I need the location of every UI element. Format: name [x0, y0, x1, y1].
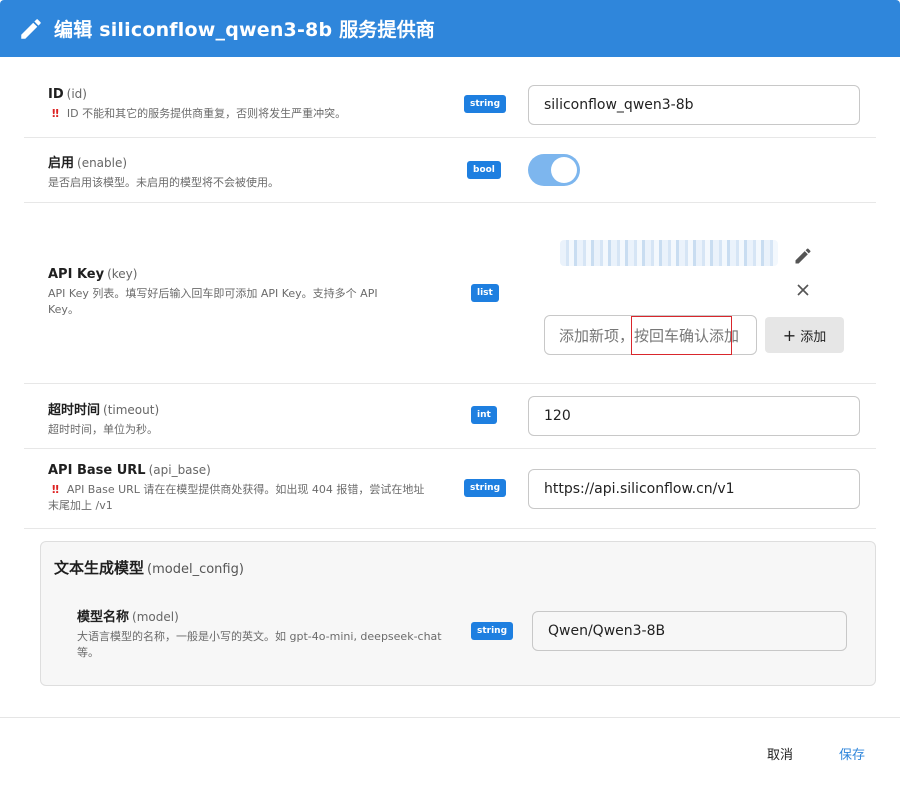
- field-label-group: API Key (key) API Key 列表。填写好后输入回车即可添加 API…: [48, 267, 428, 318]
- field-label-group: 超时时间 (timeout) 超时时间，单位为秒。: [48, 399, 428, 438]
- highlight-box: [631, 316, 732, 355]
- field-label-group: ID (id) ‼ ID 不能和其它的服务提供商重复，否则将发生严重冲突。: [48, 87, 428, 122]
- type-badge: int: [471, 406, 497, 424]
- enable-toggle[interactable]: [528, 154, 580, 186]
- warning-icon: ‼: [52, 483, 59, 496]
- id-input[interactable]: siliconflow_qwen3-8b: [528, 85, 860, 125]
- type-badge: string: [464, 95, 507, 113]
- model-name-input[interactable]: Qwen/Qwen3-8B: [532, 611, 847, 651]
- save-button[interactable]: 保存: [839, 744, 865, 763]
- field-label-group: 模型名称 (model) 大语言模型的名称，一般是小写的英文。如 gpt-4o-m…: [77, 606, 447, 661]
- dialog-header: 编辑 siliconflow_qwen3-8b 服务提供商: [0, 0, 900, 57]
- field-label: API Key (key): [48, 267, 138, 282]
- field-row-timeout: 超时时间 (timeout) 超时时间，单位为秒。 int 120: [24, 384, 876, 449]
- close-icon[interactable]: [793, 280, 813, 300]
- timeout-input[interactable]: 120: [528, 396, 860, 436]
- cancel-button[interactable]: 取消: [767, 744, 793, 763]
- field-description: 大语言模型的名称，一般是小写的英文。如 gpt-4o-mini, deepsee…: [77, 630, 442, 659]
- field-label-group: 启用 (enable) 是否启用该模型。未启用的模型将不会被使用。: [48, 152, 428, 191]
- type-badge: string: [464, 479, 507, 497]
- field-row-api-base: API Base URL (api_base) ‼ API Base URL 请在在…: [24, 449, 876, 529]
- field-row-id: ID (id) ‼ ID 不能和其它的服务提供商重复，否则将发生严重冲突。 stri…: [24, 71, 876, 138]
- field-description: 是否启用该模型。未启用的模型将不会被使用。: [48, 176, 279, 189]
- add-api-key-button[interactable]: + 添加: [765, 317, 844, 353]
- api-base-input[interactable]: https://api.siliconflow.cn/v1: [528, 469, 860, 509]
- type-badge: list: [471, 284, 499, 302]
- warning-icon: ‼: [52, 107, 59, 120]
- field-label: 模型名称 (model): [77, 610, 179, 625]
- field-row-api-key: API Key (key) API Key 列表。填写好后输入回车即可添加 API…: [24, 203, 876, 384]
- field-label: 超时时间 (timeout): [48, 403, 160, 418]
- section-title: 文本生成模型 (model_config): [54, 559, 244, 577]
- field-description: 超时时间，单位为秒。: [48, 423, 158, 436]
- field-label-group: API Base URL (api_base) ‼ API Base URL 请在在…: [48, 463, 428, 514]
- field-row-enable: 启用 (enable) 是否启用该模型。未启用的模型将不会被使用。 bool: [24, 138, 876, 203]
- field-label: ID (id): [48, 87, 87, 102]
- pencil-icon[interactable]: [793, 246, 813, 266]
- field-label: API Base URL (api_base): [48, 463, 211, 478]
- field-description: ‼ ID 不能和其它的服务提供商重复，否则将发生严重冲突。: [52, 107, 347, 120]
- type-badge: bool: [467, 161, 501, 179]
- plus-icon: +: [782, 325, 797, 345]
- dialog-title: 编辑 siliconflow_qwen3-8b 服务提供商: [54, 19, 436, 41]
- field-description: API Key 列表。填写好后输入回车即可添加 API Key。支持多个 API…: [48, 287, 378, 316]
- api-key-item-masked: [560, 240, 778, 266]
- type-badge: string: [471, 622, 514, 640]
- field-label: 启用 (enable): [48, 156, 128, 171]
- field-description: ‼ API Base URL 请在在模型提供商处获得。如出现 404 报错，尝试在…: [48, 483, 425, 512]
- toggle-knob: [551, 157, 577, 183]
- footer-divider: [0, 717, 900, 718]
- pencil-icon: [21, 18, 41, 39]
- model-config-section: 文本生成模型 (model_config) 模型名称 (model) 大语言模型的名…: [40, 541, 876, 686]
